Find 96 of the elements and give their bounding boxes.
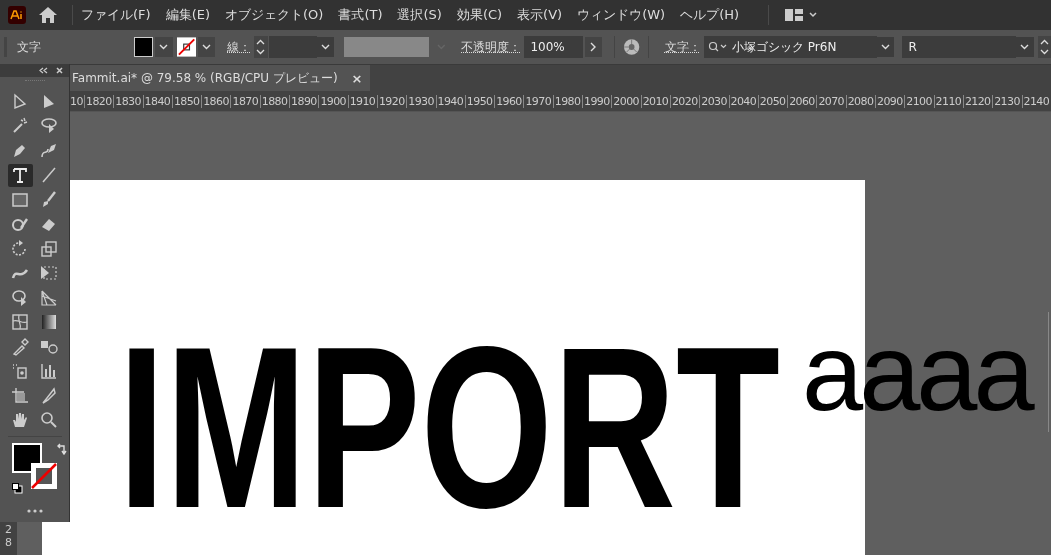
menu-item[interactable]: 表示(V) xyxy=(517,6,563,24)
close-tab-button[interactable]: × xyxy=(351,70,363,86)
ruler-label: 1830 xyxy=(113,94,143,108)
stroke-none-swatch[interactable] xyxy=(176,37,196,57)
ruler-label: 2000 xyxy=(611,94,641,108)
opacity-field[interactable]: 100% xyxy=(524,36,583,58)
font-style-field[interactable]: R xyxy=(902,36,1017,58)
stroke-dropdown[interactable] xyxy=(197,37,216,57)
bar-graph-icon xyxy=(39,361,59,381)
menu-item[interactable]: ウィンドウ(W) xyxy=(577,6,666,24)
mesh-icon xyxy=(10,312,30,332)
ruler-label: 10 xyxy=(69,94,84,108)
ruler-label: 1820 xyxy=(84,94,114,108)
more-tools-icon[interactable] xyxy=(26,509,43,513)
symbol-sprayer-icon xyxy=(10,361,30,381)
ruler-label: 2090 xyxy=(875,94,905,108)
chevron-down-icon xyxy=(881,44,891,50)
document-tab[interactable]: Fammit.ai* @ 79.58 % (RGB/CPU プレビュー) × xyxy=(70,65,371,91)
stroke-none-swatch[interactable] xyxy=(30,463,57,489)
scale-icon xyxy=(39,238,59,259)
line-icon xyxy=(39,165,59,185)
knife-icon xyxy=(39,385,59,406)
ruler-label: 1960 xyxy=(494,94,524,108)
ruler-label: 1940 xyxy=(435,94,465,108)
ruler-label: 2030 xyxy=(699,94,729,108)
fill-dropdown[interactable] xyxy=(155,37,173,57)
ruler-label: 2060 xyxy=(787,94,817,108)
ruler-label: 1880 xyxy=(259,94,290,108)
workspace-layout-icon[interactable] xyxy=(785,9,820,21)
ruler-label: 2110 xyxy=(933,94,963,108)
ruler-label: 1930 xyxy=(406,94,436,108)
close-icon[interactable] xyxy=(56,67,63,74)
character-label[interactable]: 文字： xyxy=(664,38,701,56)
hand-icon xyxy=(10,410,30,430)
ruler-label: 2010 xyxy=(640,94,670,108)
font-style-dropdown[interactable] xyxy=(1016,37,1034,57)
ruler-label: 2020 xyxy=(669,94,700,108)
gradient-icon xyxy=(39,312,59,332)
headline-text: IMPORT xyxy=(118,313,780,543)
menu-item[interactable]: 編集(E) xyxy=(165,6,210,24)
artboard-icon xyxy=(10,385,30,406)
chevron-down-icon xyxy=(1020,44,1030,50)
collapse-icon[interactable] xyxy=(39,67,48,74)
opacity-label[interactable]: 不透明度： xyxy=(461,38,522,56)
ruler-label: 1970 xyxy=(523,94,553,108)
ruler-label: 2070 xyxy=(816,94,846,108)
menu-item[interactable]: 書式(T) xyxy=(338,6,383,24)
font-family-dropdown[interactable] xyxy=(877,37,895,57)
home-icon[interactable] xyxy=(38,6,58,24)
ruler-label: 2120 xyxy=(962,94,993,108)
ruler-label: 2140 xyxy=(1021,94,1051,108)
ruler-label: 1890 xyxy=(289,94,319,108)
chevron-right-icon xyxy=(590,42,597,52)
app-logo-icon xyxy=(8,6,26,24)
ruler-label: 1920 xyxy=(376,94,407,108)
mode-label: 文字 xyxy=(16,38,42,56)
menu-item[interactable]: ファイル(F) xyxy=(81,6,151,24)
free-transform-icon xyxy=(39,263,59,283)
zoom-icon xyxy=(39,410,59,430)
chevron-down-icon xyxy=(159,44,169,50)
ruler-label: 2040 xyxy=(728,94,758,108)
chevron-down-icon xyxy=(201,44,211,50)
menu-item[interactable]: 選択(S) xyxy=(397,6,442,24)
swap-colors-icon[interactable] xyxy=(55,443,68,455)
ruler-label: 1980 xyxy=(552,94,583,108)
fill-swatch[interactable] xyxy=(134,37,154,57)
tool-button[interactable] xyxy=(7,163,33,187)
ruler-label: 2050 xyxy=(757,94,788,108)
type-icon xyxy=(10,165,30,185)
ruler-label: 1910 xyxy=(347,94,377,108)
default-colors-icon[interactable] xyxy=(11,483,23,494)
recolor-wheel-icon[interactable] xyxy=(622,38,640,56)
ruler-label: 1990 xyxy=(582,94,612,108)
ruler-label: 2 xyxy=(5,523,12,536)
stroke-spinner[interactable] xyxy=(254,36,268,58)
opacity-arrow-button[interactable] xyxy=(584,37,602,57)
ruler-label: 2100 xyxy=(904,94,934,108)
font-size-spinner[interactable] xyxy=(1037,36,1051,58)
search-icon xyxy=(707,41,728,53)
ruler-label: 2080 xyxy=(845,94,875,108)
stroke-label[interactable]: 線： xyxy=(227,38,252,56)
ruler-label: 1870 xyxy=(230,94,260,108)
chevron-down-icon xyxy=(321,44,331,50)
ruler-label: 1900 xyxy=(318,94,348,108)
menu-item[interactable]: オブジェクト(O) xyxy=(225,6,324,24)
font-family-field[interactable]: 小塚ゴシック Pr6N xyxy=(703,36,878,58)
ruler-label: 2130 xyxy=(992,94,1022,108)
ruler-label: 1840 xyxy=(142,94,172,108)
ruler-label: 1860 xyxy=(201,94,231,108)
eyedropper-icon xyxy=(10,336,30,357)
ruler-label: 1850 xyxy=(171,94,202,108)
ruler-label: 8 xyxy=(5,536,12,549)
menu-item[interactable]: ヘルプ(H) xyxy=(680,6,740,24)
ruler-label: 1950 xyxy=(464,94,495,108)
menu-item[interactable]: 効果(C) xyxy=(456,6,503,24)
lasso-icon xyxy=(39,116,59,136)
